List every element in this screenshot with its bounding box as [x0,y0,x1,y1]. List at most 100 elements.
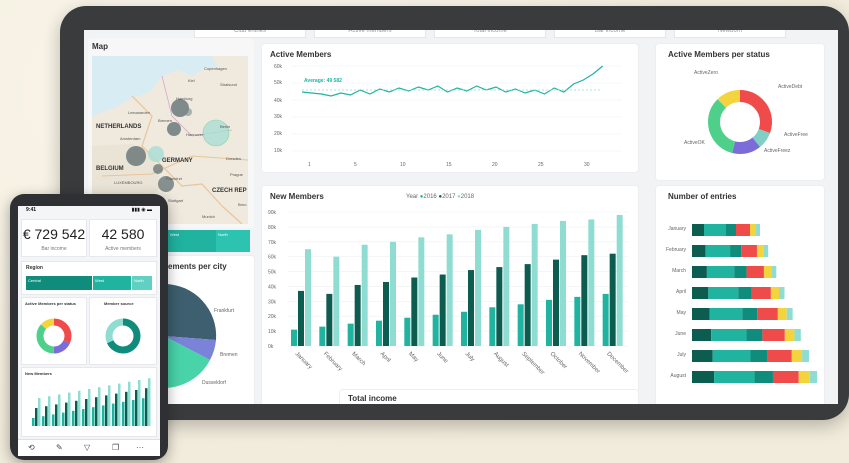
phone-bar[interactable] [112,403,115,426]
bar-2017-august[interactable] [496,267,503,346]
kpi-active-members[interactable]: 42 580 Active members [90,220,156,256]
entries-segment[interactable] [746,266,764,278]
phone-bar[interactable] [88,389,91,426]
entries-card[interactable]: Number of entries January February March Ap… [656,186,824,404]
phone-bar[interactable] [58,394,61,426]
bar-2016-january[interactable] [291,329,297,346]
bar-2017-september[interactable] [524,264,531,346]
bar-2017-march[interactable] [354,284,361,346]
phone-bar[interactable] [72,410,75,426]
phone-bar[interactable] [148,378,151,426]
entries-segment[interactable] [798,371,810,383]
new-members-bar-chart[interactable]: 90k 80k 70k 60k 50k 40k 30k 20k 10k 0k January Febr… [262,186,638,404]
phone-source-card[interactable]: Member source [90,298,156,364]
entries-segment[interactable] [741,245,757,257]
phone-bar[interactable] [38,398,41,426]
phone-bar[interactable] [75,400,78,426]
bar-2016-november[interactable] [574,296,581,346]
entries-segment[interactable] [705,245,731,257]
top-tab[interactable]: Active members [314,30,426,38]
top-tab[interactable]: Total income [434,30,546,38]
entries-segment[interactable] [692,287,709,299]
bar-2016-september[interactable] [517,304,524,346]
entries-stacked-bar-chart[interactable]: January February March April May June July Augu… [656,186,824,404]
phone-bar[interactable] [92,407,95,426]
entries-segment[interactable] [757,308,778,320]
phone-bar[interactable] [35,408,38,426]
bar-2016-march[interactable] [347,323,354,346]
phone-bar[interactable] [95,397,98,426]
region-card[interactable]: Region Central West North [22,262,156,294]
active-members-card[interactable]: Active Members Average: 49 582 60k 50k 4… [262,44,638,172]
phone-bar[interactable] [68,392,71,426]
bar-2017-december[interactable] [609,253,616,346]
entries-segment[interactable] [704,224,726,236]
active-members-line-chart[interactable]: Average: 49 582 60k 50k 40k 30k 20k 10k … [262,44,638,172]
bar-2018-june[interactable] [446,234,453,346]
phone-bar[interactable] [98,387,101,426]
entries-segment[interactable] [771,266,777,278]
phone-bar[interactable] [42,416,45,426]
entries-segment[interactable] [756,245,764,257]
bar-2017-july[interactable] [468,270,474,346]
entries-segment[interactable] [794,329,801,341]
phone-bar[interactable] [45,406,48,426]
region-bar-north[interactable]: North [132,276,152,290]
entries-segment[interactable] [709,308,743,320]
phone-bar[interactable] [78,390,81,426]
region-bar-central[interactable]: Central [26,276,92,290]
filter-icon[interactable]: ▽ [84,443,90,452]
entries-segment[interactable] [767,350,792,362]
status-donut[interactable]: ActiveZero ActiveDebt ActiveFree ActiveF… [656,60,824,180]
phone-bar[interactable] [122,401,125,426]
phone-bar[interactable] [62,412,65,426]
bar-2016-august[interactable] [489,307,496,346]
bar-2016-october[interactable] [546,299,552,346]
bar-2018-november[interactable] [588,219,595,346]
top-tab[interactable]: Club entries [194,30,306,38]
entries-segment[interactable] [712,350,751,362]
entries-segment[interactable] [784,329,795,341]
phone-bar[interactable] [108,385,111,426]
entries-segment[interactable] [708,287,739,299]
top-tab[interactable]: Bar income [554,30,666,38]
entries-segment[interactable] [777,308,787,320]
entries-segment[interactable] [750,224,756,236]
entries-segment[interactable] [751,287,771,299]
entries-segment[interactable] [802,350,809,362]
bar-2018-february[interactable] [333,256,340,346]
phone-bar[interactable] [142,398,145,426]
phone-bar[interactable] [48,396,51,426]
undo-icon[interactable]: ⟲ [28,443,35,452]
entries-segment[interactable] [726,224,736,236]
bar-2016-may[interactable] [404,317,411,346]
phone-bar[interactable] [65,402,68,426]
phone-bar[interactable] [118,383,121,426]
entries-segment[interactable] [692,308,710,320]
phone-bar[interactable] [145,388,148,426]
entries-segment[interactable] [791,350,803,362]
entries-segment[interactable] [738,287,752,299]
new-members-card[interactable]: New Members Year ●2016 ●2017 ●2018 90k 80… [262,186,638,404]
entries-segment[interactable] [692,371,715,383]
entries-segment[interactable] [714,371,755,383]
entries-segment[interactable] [754,371,773,383]
entries-segment[interactable] [692,350,713,362]
bar-2016-april[interactable] [376,320,382,346]
entries-segment[interactable] [786,308,793,320]
bar-2016-december[interactable] [602,293,609,346]
bar-2016-june[interactable] [432,314,439,346]
bar-2018-april[interactable] [390,241,396,346]
bar-2017-june[interactable] [439,274,446,346]
status-card[interactable]: Active Members per status ActiveZero Act… [656,44,824,180]
top-tab[interactable]: Newborn [674,30,786,38]
phone-new-members-card[interactable]: New Members [22,368,156,436]
region-label[interactable]: North [218,232,228,237]
entries-segment[interactable] [711,329,747,341]
entries-segment[interactable] [809,371,818,383]
entries-segment[interactable] [750,350,768,362]
entries-segment[interactable] [756,224,760,236]
kpi-bar-income[interactable]: € 729 542 Bar income [22,220,86,256]
pages-icon[interactable]: ❐ [112,443,119,452]
bar-2018-march[interactable] [361,244,368,346]
